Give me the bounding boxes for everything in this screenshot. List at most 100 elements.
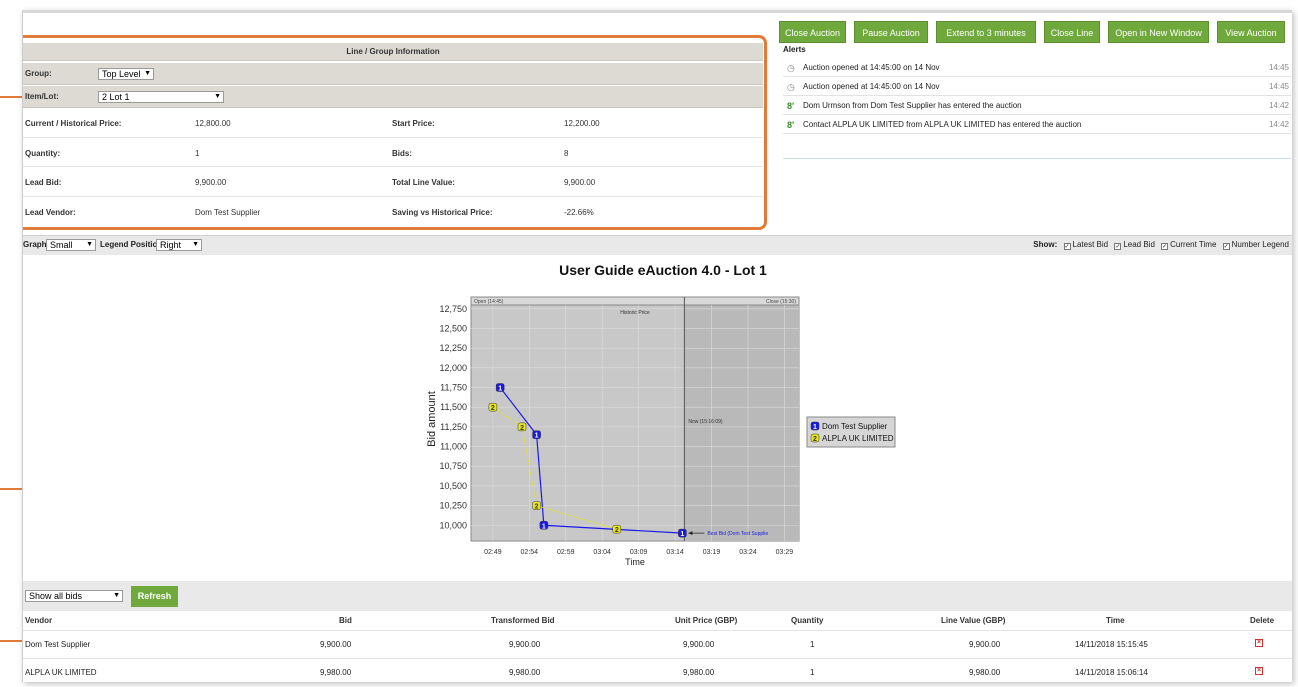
latest-bid-label: Latest Bid <box>1072 240 1109 249</box>
auction-panel: Close Auction Pause Auction Extend to 3 … <box>22 10 1292 682</box>
number-legend-checkbox[interactable]: ✓ <box>1222 243 1230 250</box>
bids-filter-select[interactable]: Show all bids ▼ <box>25 590 123 602</box>
point-label: 2 <box>535 504 539 511</box>
alert-time: 14:42 <box>1268 101 1289 110</box>
alert-time: 14:42 <box>1268 120 1289 129</box>
cell-unit-price: 9,980.00 <box>683 668 715 677</box>
chevron-down-icon: ▼ <box>86 241 93 248</box>
delete-icon[interactable]: × <box>1255 639 1263 647</box>
latest-bid-checkbox[interactable]: ✓ <box>1063 243 1071 250</box>
graph-controls: Graph Small ▼ Legend Position Right ▼ Sh… <box>23 235 1292 255</box>
historic-annotation: Historic Price <box>620 310 650 316</box>
y-tick-label: 10,750 <box>439 461 467 471</box>
x-tick-label: 02:59 <box>557 549 575 556</box>
open-annotation: Open (14:45) <box>474 299 504 305</box>
number-legend-label: Number Legend <box>1231 240 1289 249</box>
y-tick-label: 12,000 <box>439 363 467 373</box>
col-transformed-bid: Transformed Bid <box>491 616 555 625</box>
y-tick-label: 11,250 <box>440 422 467 432</box>
graph-size-select[interactable]: Small ▼ <box>46 239 96 251</box>
close-auction-button[interactable]: Close Auction <box>779 21 846 43</box>
cell-time: 14/11/2018 15:06:14 <box>1075 668 1148 677</box>
alert-time: 14:45 <box>1268 82 1289 91</box>
legend-marker-label: 1 <box>813 424 817 431</box>
cell-time: 14/11/2018 15:15:45 <box>1075 640 1148 649</box>
alert-item: 8' Contact ALPLA UK LIMITED from ALPLA U… <box>783 116 1291 134</box>
delete-icon[interactable]: × <box>1255 667 1263 675</box>
col-quantity: Quantity <box>791 616 824 625</box>
user-icon: 8' <box>787 120 795 130</box>
pause-auction-button[interactable]: Pause Auction <box>854 21 928 43</box>
extend-button[interactable]: Extend to 3 minutes <box>936 21 1036 43</box>
callout-line-bids <box>0 640 24 642</box>
cell-transformed-bid: 9,980.00 <box>509 668 541 677</box>
col-time: Time <box>1106 616 1125 625</box>
alert-text: Auction opened at 14:45:00 on 14 Nov <box>803 63 940 72</box>
y-tick-label: 10,000 <box>439 520 467 530</box>
legend-label: ALPLA UK LIMITED <box>822 434 894 443</box>
y-axis-label: Bid amount <box>426 391 438 447</box>
alert-item: ◷ Auction opened at 14:45:00 on 14 Nov 1… <box>783 59 1291 77</box>
y-tick-label: 11,000 <box>440 442 467 452</box>
best-bid-annotation: Best Bid (Dom Test Supplie <box>707 531 768 537</box>
y-tick-label: 12,250 <box>439 343 467 353</box>
point-label: 2 <box>520 425 524 432</box>
alert-item: ◷ Auction opened at 14:45:00 on 14 Nov 1… <box>783 78 1291 96</box>
col-vendor: Vendor <box>25 616 53 625</box>
cell-transformed-bid: 9,900.00 <box>509 640 541 649</box>
alerts-title: Alerts <box>783 45 806 54</box>
plot-header <box>470 296 800 306</box>
show-label: Show: <box>1033 240 1058 249</box>
legend-label: Dom Test Supplier <box>822 422 888 431</box>
legend-position-select[interactable]: Right ▼ <box>156 239 202 251</box>
alert-text: Contact ALPLA UK LIMITED from ALPLA UK L… <box>803 120 1082 129</box>
legend-position-value: Right <box>160 240 182 250</box>
alert-text: Auction opened at 14:45:00 on 14 Nov <box>803 82 940 91</box>
chevron-down-icon: ▼ <box>113 592 120 599</box>
point-label: 2 <box>491 405 495 412</box>
clock-icon: ◷ <box>787 63 795 73</box>
x-tick-label: 03:19 <box>703 549 721 556</box>
cell-line-value: 9,900.00 <box>969 640 1001 649</box>
legend-marker-label: 2 <box>813 436 817 443</box>
cell-bid: 9,980.00 <box>320 668 352 677</box>
point-label: 1 <box>498 386 502 393</box>
clock-icon: ◷ <box>787 82 795 92</box>
alert-item: 8' Dom Urmson from Dom Test Supplier has… <box>783 97 1291 115</box>
y-tick-label: 11,500 <box>440 402 467 412</box>
cell-unit-price: 9,900.00 <box>683 640 715 649</box>
callout-line-info <box>0 96 22 98</box>
alert-time: 14:45 <box>1268 63 1289 72</box>
legend-position-label: Legend Position <box>100 240 163 249</box>
view-auction-button[interactable]: View Auction <box>1217 21 1285 43</box>
alert-text: Dom Urmson from Dom Test Supplier has en… <box>803 101 1022 110</box>
show-options: Show: ✓ Latest Bid ✓ Lead Bid ✓ Current Tim… <box>1033 240 1289 250</box>
row-divider <box>23 658 1292 659</box>
close-annotation: Close (15:30) <box>766 299 796 305</box>
cell-quantity: 1 <box>810 640 815 649</box>
lead-bid-checkbox[interactable]: ✓ <box>1114 243 1122 250</box>
bid-chart: 12,750 12,500 12,250 12,000 11,750 11,500 11,2… <box>426 296 896 567</box>
bids-filter-value: Show all bids <box>29 591 83 601</box>
cell-line-value: 9,980.00 <box>969 668 1001 677</box>
user-icon: 8' <box>787 101 795 111</box>
highlight-box <box>23 35 767 230</box>
x-tick-label: 02:54 <box>521 549 539 556</box>
point-label: 1 <box>680 531 684 538</box>
x-tick-label: 03:14 <box>666 549 684 556</box>
alerts-divider <box>783 158 1291 159</box>
y-tick-label: 11,750 <box>440 383 467 393</box>
current-time-checkbox[interactable]: ✓ <box>1161 243 1169 250</box>
col-delete: Delete <box>1250 616 1275 625</box>
close-line-button[interactable]: Close Line <box>1044 21 1100 43</box>
chevron-down-icon: ▼ <box>192 241 199 248</box>
y-tick-label: 12,750 <box>439 304 467 314</box>
cell-quantity: 1 <box>810 668 815 677</box>
open-new-window-button[interactable]: Open in New Window <box>1108 21 1209 43</box>
y-tick-label: 10,500 <box>439 481 467 491</box>
lead-bid-label: Lead Bid <box>1123 240 1155 249</box>
cell-bid: 9,900.00 <box>320 640 352 649</box>
current-time-label: Current Time <box>1170 240 1217 249</box>
refresh-button[interactable]: Refresh <box>131 586 178 607</box>
x-tick-label: 03:29 <box>776 549 794 556</box>
